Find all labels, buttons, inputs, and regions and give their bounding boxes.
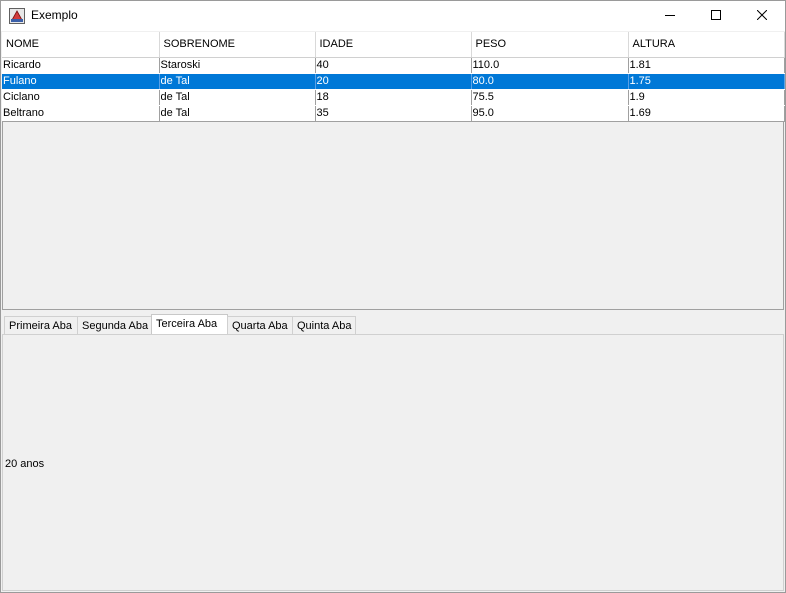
tab-primeira-aba[interactable]: Primeira Aba xyxy=(4,316,78,334)
window-title: Exemplo xyxy=(31,8,78,22)
minimize-icon xyxy=(665,10,675,23)
table-cell[interactable]: de Tal xyxy=(159,89,316,106)
table-row[interactable]: Ricardo Staroski 40 110.0 1.81 xyxy=(2,57,785,74)
maximize-button[interactable] xyxy=(693,1,739,31)
tab-content-panel: 20 anos xyxy=(2,334,784,591)
column-header[interactable]: PESO xyxy=(471,32,629,58)
java-app-icon xyxy=(9,8,25,24)
column-header[interactable]: SOBRENOME xyxy=(159,32,316,58)
table-scroll-pane[interactable]: NOME SOBRENOME IDADE PESO ALTURA Ricardo… xyxy=(2,32,785,310)
table-cell[interactable]: 1.69 xyxy=(628,105,785,122)
table-cell[interactable]: 40 xyxy=(315,57,472,74)
table-cell[interactable]: 18 xyxy=(315,89,472,106)
table-cell[interactable]: 1.75 xyxy=(628,73,785,90)
age-label: 20 anos xyxy=(5,458,45,470)
table-cell[interactable]: Beltrano xyxy=(2,105,160,122)
table-cell[interactable]: 75.5 xyxy=(471,89,629,106)
table-cell[interactable]: 1.9 xyxy=(628,89,785,106)
data-table[interactable]: NOME SOBRENOME IDADE PESO ALTURA Ricardo… xyxy=(2,32,785,122)
table-row[interactable]: Beltrano de Tal 35 95.0 1.69 xyxy=(2,105,785,122)
table-cell[interactable]: Ciclano xyxy=(2,89,160,106)
close-button[interactable] xyxy=(739,1,785,31)
table-cell[interactable]: Ricardo xyxy=(2,57,160,74)
column-header[interactable]: NOME xyxy=(2,32,160,58)
close-icon xyxy=(756,9,768,23)
table-cell[interactable]: 95.0 xyxy=(471,105,629,122)
table-cell[interactable]: de Tal xyxy=(159,105,316,122)
column-header[interactable]: ALTURA xyxy=(628,32,785,58)
table-cell[interactable]: 20 xyxy=(315,73,472,90)
tab-terceira-aba[interactable]: Terceira Aba xyxy=(151,314,228,335)
tab-segunda-aba[interactable]: Segunda Aba xyxy=(77,316,152,334)
table-cell[interactable]: 110.0 xyxy=(471,57,629,74)
column-header[interactable]: IDADE xyxy=(315,32,472,58)
table-header-row: NOME SOBRENOME IDADE PESO ALTURA xyxy=(2,32,785,58)
table-cell[interactable]: Staroski xyxy=(159,57,316,74)
table-cell[interactable]: Fulano xyxy=(2,73,160,90)
table-cell[interactable]: 80.0 xyxy=(471,73,629,90)
app-window: Exemplo NOME SOBRENOME IDADE PESO ALTURA… xyxy=(0,0,786,593)
maximize-icon xyxy=(711,9,721,23)
table-row[interactable]: Ciclano de Tal 18 75.5 1.9 xyxy=(2,89,785,106)
split-pane-divider[interactable] xyxy=(2,310,784,314)
minimize-button[interactable] xyxy=(647,1,693,31)
table-cell[interactable]: 35 xyxy=(315,105,472,122)
title-bar[interactable]: Exemplo xyxy=(1,1,785,31)
tab-quinta-aba[interactable]: Quinta Aba xyxy=(292,316,356,334)
table-cell[interactable]: de Tal xyxy=(159,73,316,90)
table-cell[interactable]: 1.81 xyxy=(628,57,785,74)
tab-quarta-aba[interactable]: Quarta Aba xyxy=(227,316,293,334)
table-row-selected[interactable]: Fulano de Tal 20 80.0 1.75 xyxy=(2,73,785,90)
